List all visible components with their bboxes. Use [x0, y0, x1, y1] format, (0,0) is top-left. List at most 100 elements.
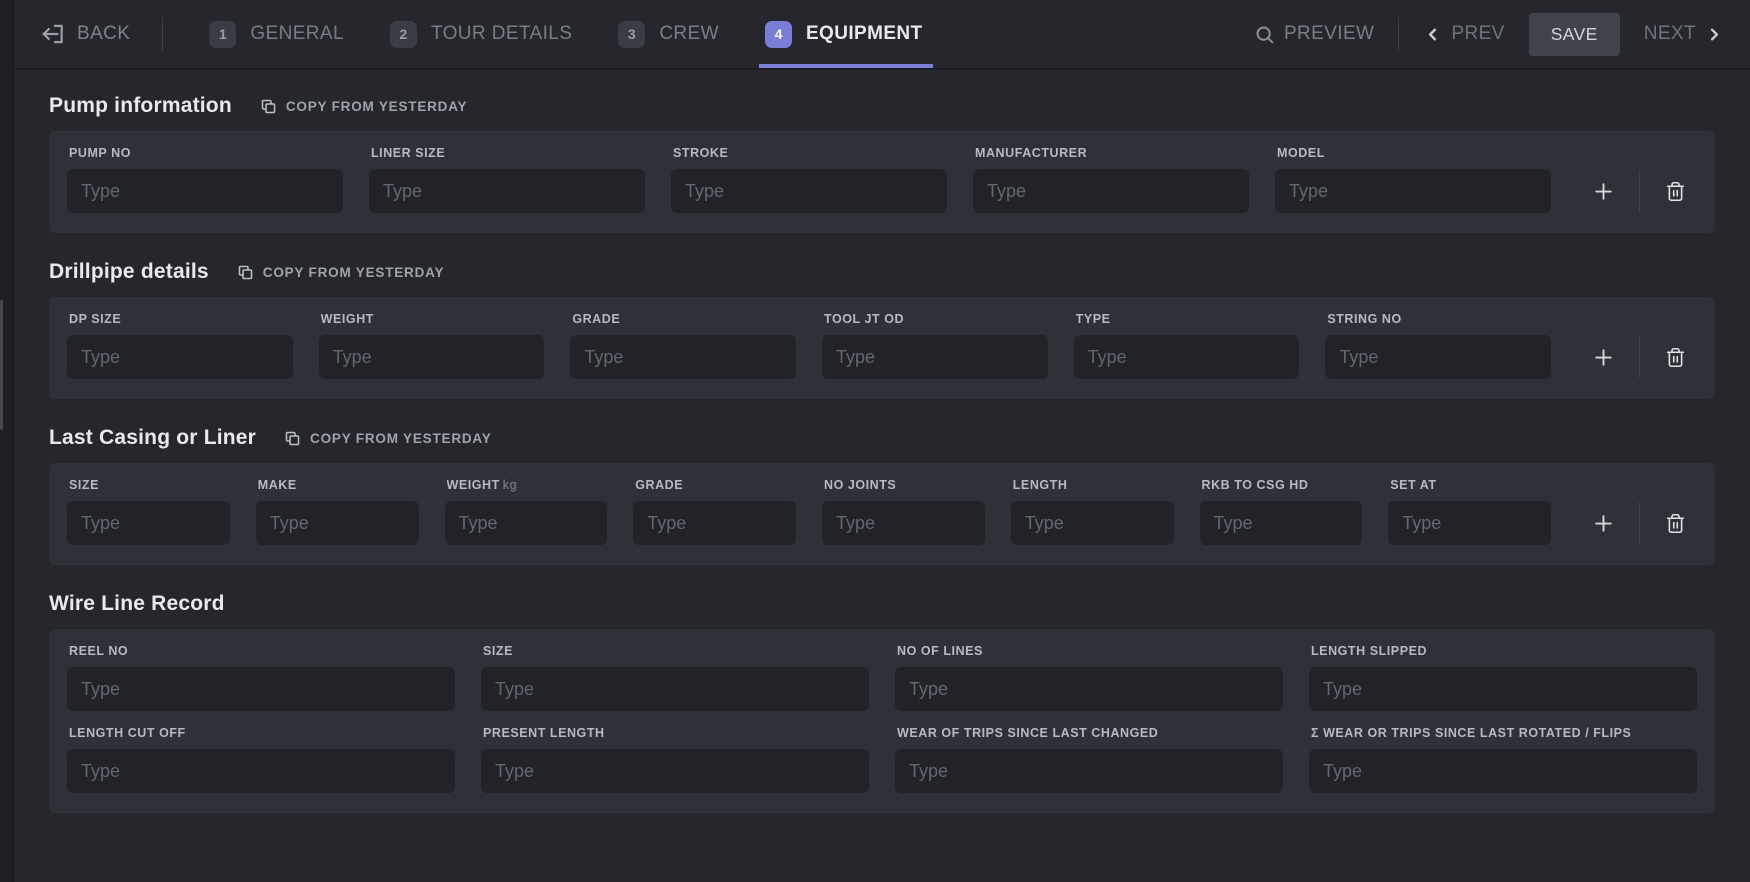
save-button[interactable]: SAVE [1529, 13, 1620, 56]
dp-grade-input[interactable] [570, 335, 796, 379]
dp-size-input[interactable] [67, 335, 293, 379]
length-slipped-input[interactable] [1309, 667, 1697, 711]
delete-row-button[interactable] [1657, 169, 1693, 213]
casing-weight-input[interactable] [445, 501, 608, 545]
tab-crew-badge: 3 [618, 21, 645, 48]
field-label: REEL NO [69, 644, 128, 658]
field-set-at: SET AT [1388, 478, 1551, 545]
field-present-length: PRESENT LENGTH [481, 726, 869, 793]
field-label: LENGTH SLIPPED [1311, 644, 1427, 658]
field-label: GRADE [635, 478, 683, 492]
casing-length-input[interactable] [1011, 501, 1174, 545]
delete-row-button[interactable] [1657, 335, 1693, 379]
field-label: PRESENT LENGTH [483, 726, 605, 740]
field-wear-of-trips-since-last-changed: WEAR OF TRIPS SINCE LAST CHANGED [895, 726, 1283, 793]
field-manufacturer: MANUFACTURER [973, 146, 1249, 213]
length-cut-off-input[interactable] [67, 749, 455, 793]
copy-label: COPY FROM YESTERDAY [286, 99, 468, 114]
copy-icon [260, 98, 277, 115]
topbar-actions: PREVIEW PREV SAVE NEXT [1254, 13, 1724, 56]
divider [1639, 336, 1640, 378]
preview-button[interactable]: PREVIEW [1254, 23, 1374, 45]
section-header-last-casing-or-liner: Last Casing or Liner COPY FROM YESTERDAY [49, 426, 1715, 450]
section-title-last-casing-or-liner: Last Casing or Liner [49, 426, 256, 450]
copy-from-yesterday-button[interactable]: COPY FROM YESTERDAY [284, 430, 492, 447]
wire-size-input[interactable] [481, 667, 869, 711]
prev-label: PREV [1451, 23, 1504, 45]
scrollbar-thumb[interactable] [0, 300, 3, 430]
field-label: WEIGHT [321, 312, 374, 326]
model-input[interactable] [1275, 169, 1551, 213]
casing-grade-input[interactable] [633, 501, 796, 545]
section-header-wire-line-record: Wire Line Record [49, 592, 1715, 616]
section-title-wire-line-record: Wire Line Record [49, 592, 225, 616]
tab-general-label: GENERAL [250, 23, 344, 45]
sum-wear-or-trips-input[interactable] [1309, 749, 1697, 793]
plus-icon [1591, 345, 1616, 370]
tab-equipment[interactable]: 4 EQUIPMENT [765, 0, 923, 68]
field-casing-make: MAKE [256, 478, 419, 545]
set-at-input[interactable] [1388, 501, 1551, 545]
copy-icon [284, 430, 301, 447]
tab-tour-details[interactable]: 2 TOUR DETAILS [390, 0, 572, 68]
liner-size-input[interactable] [369, 169, 645, 213]
add-row-button[interactable] [1585, 169, 1621, 213]
back-button[interactable]: BACK [40, 21, 130, 47]
no-of-lines-input[interactable] [895, 667, 1283, 711]
stroke-input[interactable] [671, 169, 947, 213]
field-pump-no: PUMP NO [67, 146, 343, 213]
field-dp-size: DP SIZE [67, 312, 293, 379]
section-header-pump-information: Pump information COPY FROM YESTERDAY [49, 94, 1715, 118]
field-dp-type: TYPE [1074, 312, 1300, 379]
field-label: LINER SIZE [371, 146, 445, 160]
casing-size-input[interactable] [67, 501, 230, 545]
casing-row-actions [1581, 501, 1697, 545]
string-no-input[interactable] [1325, 335, 1551, 379]
add-row-button[interactable] [1585, 501, 1621, 545]
copy-from-yesterday-button[interactable]: COPY FROM YESTERDAY [260, 98, 468, 115]
preview-label: PREVIEW [1284, 23, 1374, 45]
field-length-cut-off: LENGTH CUT OFF [67, 726, 455, 793]
delete-row-button[interactable] [1657, 501, 1693, 545]
field-label: SIZE [483, 644, 513, 658]
field-label: STROKE [673, 146, 728, 160]
trash-icon [1665, 181, 1686, 202]
dp-type-input[interactable] [1074, 335, 1300, 379]
wear-of-trips-input[interactable] [895, 749, 1283, 793]
copy-from-yesterday-button[interactable]: COPY FROM YESTERDAY [237, 264, 445, 281]
dp-weight-input[interactable] [319, 335, 545, 379]
field-label: DP SIZE [69, 312, 121, 326]
tab-crew[interactable]: 3 CREW [618, 0, 719, 68]
rkb-to-csg-hd-input[interactable] [1200, 501, 1363, 545]
tab-equipment-badge: 4 [765, 21, 792, 48]
casing-make-input[interactable] [256, 501, 419, 545]
pump-no-input[interactable] [67, 169, 343, 213]
reel-no-input[interactable] [67, 667, 455, 711]
field-label: NO JOINTS [824, 478, 896, 492]
field-casing-size: SIZE [67, 478, 230, 545]
add-row-button[interactable] [1585, 335, 1621, 379]
field-label: SET AT [1390, 478, 1436, 492]
tab-tour-details-label: TOUR DETAILS [431, 23, 572, 45]
manufacturer-input[interactable] [973, 169, 1249, 213]
tool-jt-od-input[interactable] [822, 335, 1048, 379]
trash-icon [1665, 513, 1686, 534]
tab-general[interactable]: 1 GENERAL [209, 0, 344, 68]
field-dp-grade: GRADE [570, 312, 796, 379]
no-joints-input[interactable] [822, 501, 985, 545]
search-icon [1254, 24, 1275, 45]
section-title-pump-information: Pump information [49, 94, 232, 118]
present-length-input[interactable] [481, 749, 869, 793]
trash-icon [1665, 347, 1686, 368]
field-model: MODEL [1275, 146, 1551, 213]
topbar: BACK 1 GENERAL 2 TOUR DETAILS 3 CREW 4 E… [14, 0, 1750, 70]
field-no-of-lines: NO OF LINES [895, 644, 1283, 711]
field-label: MANUFACTURER [975, 146, 1087, 160]
back-icon [40, 21, 66, 47]
next-button[interactable]: NEXT [1644, 23, 1724, 45]
prev-button[interactable]: PREV [1423, 23, 1504, 45]
equipment-form: Pump information COPY FROM YESTERDAY PUM… [14, 70, 1750, 813]
field-tool-jt-od: TOOL JT OD [822, 312, 1048, 379]
last-casing-or-liner-card: SIZE MAKE WEIGHTkg GRADE NO JOINTS [49, 463, 1715, 565]
drillpipe-row-actions [1581, 335, 1697, 379]
